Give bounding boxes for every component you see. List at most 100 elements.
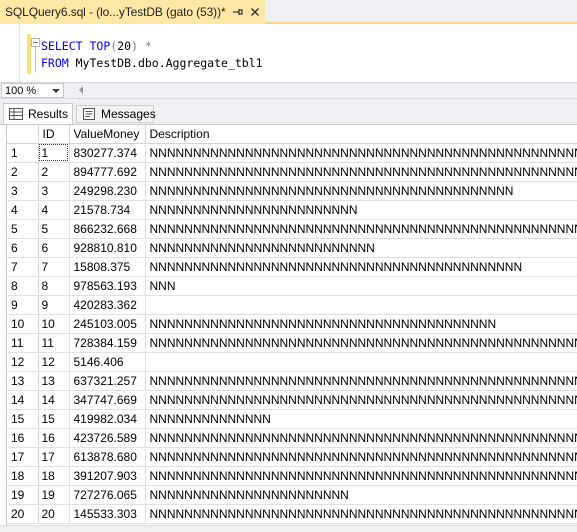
- id-cell[interactable]: 11: [38, 333, 70, 353]
- description-cell[interactable]: NNNNNNNNNNNNNN: [145, 409, 577, 429]
- row-number-cell[interactable]: 1: [7, 143, 39, 163]
- valuemoney-cell[interactable]: 613878.680: [69, 447, 146, 467]
- description-cell[interactable]: NNNNNNNNNNNNNNNNNNNNNNN: [145, 485, 577, 505]
- row-number-cell[interactable]: 7: [7, 257, 39, 277]
- row-number-cell[interactable]: 13: [7, 371, 39, 391]
- sql-editor[interactable]: SELECT TOP(20) * FROM MyTestDB.dbo.Aggre…: [0, 24, 577, 82]
- row-number-cell[interactable]: 4: [7, 200, 39, 220]
- column-header-id[interactable]: ID: [38, 125, 70, 144]
- valuemoney-cell[interactable]: 728384.159: [69, 333, 146, 353]
- valuemoney-cell[interactable]: 420283.362: [69, 295, 146, 315]
- description-cell[interactable]: NNNNNNNNNNNNNNNNNNNNNNNNNNNNNNNNNNNNNNNN…: [145, 428, 577, 448]
- valuemoney-cell[interactable]: 347747.669: [69, 390, 146, 410]
- description-cell[interactable]: NNNNNNNNNNNNNNNNNNNNNNNNNNNNNNNNNNNNNNNN…: [145, 181, 577, 201]
- description-cell[interactable]: NNNNNNNNNNNNNNNNNNNNNNNNNNNNNNNNNNNNNNNN…: [145, 390, 577, 410]
- table-row[interactable]: 12 12 5146.406: [7, 352, 577, 372]
- description-cell[interactable]: NNNNNNNNNNNNNNNNNNNNNNNNNNNNNNNNNNNNNNNN…: [145, 447, 577, 467]
- description-cell[interactable]: NNNNNNNNNNNNNNNNNNNNNNNNNNNNNNNNNNNNNNNN…: [145, 143, 577, 163]
- description-cell[interactable]: [145, 295, 577, 315]
- table-row[interactable]: 3 3 249298.230 NNNNNNNNNNNNNNNNNNNNNNNNNNNN…: [7, 181, 577, 201]
- id-cell[interactable]: 20: [38, 504, 70, 524]
- row-number-cell[interactable]: 16: [7, 428, 39, 448]
- description-cell[interactable]: NNNNNNNNNNNNNNNNNNNNNNNN: [145, 200, 577, 220]
- id-cell[interactable]: 7: [38, 257, 70, 277]
- row-number-cell[interactable]: 8: [7, 276, 39, 296]
- pin-icon[interactable]: [230, 5, 244, 19]
- table-row[interactable]: 7 7 15808.375 NNNNNNNNNNNNNNNNNNNNNNNNNNNNN…: [7, 257, 577, 277]
- row-number-cell[interactable]: 11: [7, 333, 39, 353]
- row-number-cell[interactable]: 12: [7, 352, 39, 372]
- column-header-description[interactable]: Description: [145, 125, 577, 144]
- description-cell[interactable]: NNN: [145, 276, 577, 296]
- description-cell[interactable]: NNNNNNNNNNNNNNNNNNNNNNNNNNNNNNNNNNNNNNNN…: [145, 504, 577, 524]
- id-cell[interactable]: 8: [38, 276, 70, 296]
- table-row[interactable]: 8 8 978563.193 NNN: [7, 276, 577, 296]
- row-number-cell[interactable]: 2: [7, 162, 39, 182]
- id-cell[interactable]: 14: [38, 390, 70, 410]
- valuemoney-cell[interactable]: 978563.193: [69, 276, 146, 296]
- table-row[interactable]: 5 5 866232.668 NNNNNNNNNNNNNNNNNNNNNNNNNNNN…: [7, 219, 577, 239]
- valuemoney-cell[interactable]: 391207.903: [69, 466, 146, 486]
- corner-cell[interactable]: [7, 125, 39, 144]
- id-cell[interactable]: 12: [38, 352, 70, 372]
- id-cell[interactable]: 13: [38, 371, 70, 391]
- id-cell[interactable]: 2: [38, 162, 70, 182]
- table-row[interactable]: 18 18 391207.903 NNNNNNNNNNNNNNNNNNNNNNNNNN…: [7, 466, 577, 486]
- id-cell[interactable]: 19: [38, 485, 70, 505]
- row-number-cell[interactable]: 18: [7, 466, 39, 486]
- id-cell[interactable]: 15: [38, 409, 70, 429]
- id-cell[interactable]: 17: [38, 447, 70, 467]
- valuemoney-cell[interactable]: 249298.230: [69, 181, 146, 201]
- id-cell[interactable]: 16: [38, 428, 70, 448]
- tab-messages[interactable]: Messages: [76, 105, 156, 123]
- valuemoney-cell[interactable]: 928810.810: [69, 238, 146, 258]
- table-row[interactable]: 14 14 347747.669 NNNNNNNNNNNNNNNNNNNNNNNNNN…: [7, 390, 577, 410]
- row-number-cell[interactable]: 10: [7, 314, 39, 334]
- row-number-cell[interactable]: 19: [7, 485, 39, 505]
- description-cell[interactable]: NNNNNNNNNNNNNNNNNNNNNNNNNNNNNNNNNNNNNNNN: [145, 314, 577, 334]
- table-row[interactable]: 1 1 830277.374 NNNNNNNNNNNNNNNNNNNNNNNNNNNN…: [7, 143, 577, 163]
- row-number-cell[interactable]: 3: [7, 181, 39, 201]
- row-number-cell[interactable]: 17: [7, 447, 39, 467]
- id-cell[interactable]: 4: [38, 200, 70, 220]
- table-row[interactable]: 9 9 420283.362: [7, 295, 577, 315]
- close-icon[interactable]: [248, 5, 262, 19]
- description-cell[interactable]: NNNNNNNNNNNNNNNNNNNNNNNNNN: [145, 238, 577, 258]
- valuemoney-cell[interactable]: 830277.374: [69, 143, 146, 163]
- row-number-cell[interactable]: 9: [7, 295, 39, 315]
- code-line-2[interactable]: FROM MyTestDB.dbo.Aggregate_tbl1: [41, 56, 263, 70]
- table-row[interactable]: 16 16 423726.589 NNNNNNNNNNNNNNNNNNNNNNNNNN…: [7, 428, 577, 448]
- table-row[interactable]: 15 15 419982.034 NNNNNNNNNNNNNN: [7, 409, 577, 429]
- results-grid[interactable]: ID ValueMoney Description 1 1 830277.374 NN…: [6, 125, 577, 525]
- row-number-cell[interactable]: 6: [7, 238, 39, 258]
- table-row[interactable]: 2 2 894777.692 NNNNNNNNNNNNNNNNNNNNNNNNNNNN…: [7, 162, 577, 182]
- valuemoney-cell[interactable]: 145533.303: [69, 504, 146, 524]
- valuemoney-cell[interactable]: 637321.257: [69, 371, 146, 391]
- scroll-left-arrow-icon[interactable]: [79, 86, 83, 94]
- table-row[interactable]: 11 11 728384.159 NNNNNNNNNNNNNNNNNNNNNNNNNN…: [7, 333, 577, 353]
- id-cell[interactable]: 5: [38, 219, 70, 239]
- description-cell[interactable]: NNNNNNNNNNNNNNNNNNNNNNNNNNNNNNNNNNNNNNNN…: [145, 333, 577, 353]
- column-header-valuemoney[interactable]: ValueMoney: [69, 125, 146, 144]
- valuemoney-cell[interactable]: 894777.692: [69, 162, 146, 182]
- id-cell[interactable]: 10: [38, 314, 70, 334]
- id-cell[interactable]: 18: [38, 466, 70, 486]
- valuemoney-cell[interactable]: 727276.065: [69, 485, 146, 505]
- collapse-toggle-icon[interactable]: [31, 38, 40, 47]
- table-row[interactable]: 20 20 145533.303 NNNNNNNNNNNNNNNNNNNNNNNNNN…: [7, 504, 577, 524]
- table-row[interactable]: 4 4 21578.734 NNNNNNNNNNNNNNNNNNNNNNNN: [7, 200, 577, 220]
- code-line-1[interactable]: SELECT TOP(20) *: [41, 39, 152, 53]
- valuemoney-cell[interactable]: 866232.668: [69, 219, 146, 239]
- row-number-cell[interactable]: 14: [7, 390, 39, 410]
- valuemoney-cell[interactable]: 419982.034: [69, 409, 146, 429]
- valuemoney-cell[interactable]: 15808.375: [69, 257, 146, 277]
- tab-results[interactable]: Results: [3, 103, 73, 124]
- zoom-select[interactable]: 100 %: [1, 83, 64, 98]
- description-cell[interactable]: NNNNNNNNNNNNNNNNNNNNNNNNNNNNNNNNNNNNNNNN…: [145, 466, 577, 486]
- id-cell[interactable]: 1: [38, 143, 70, 163]
- id-cell[interactable]: 6: [38, 238, 70, 258]
- id-cell[interactable]: 3: [38, 181, 70, 201]
- id-cell[interactable]: 9: [38, 295, 70, 315]
- description-cell[interactable]: [145, 352, 577, 372]
- valuemoney-cell[interactable]: 5146.406: [69, 352, 146, 372]
